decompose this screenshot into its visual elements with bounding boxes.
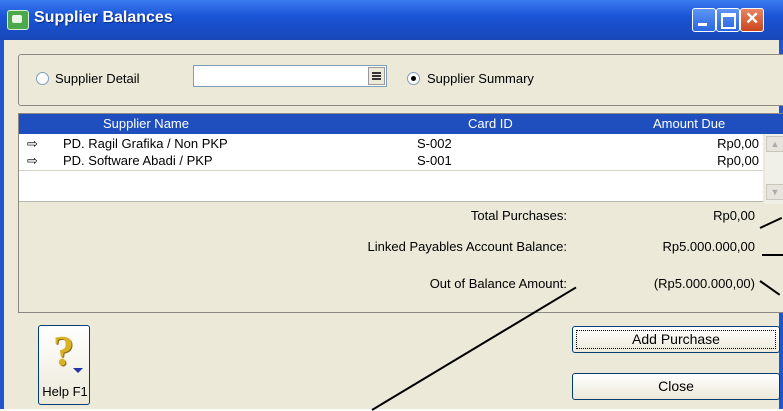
add-purchase-button[interactable]: Add Purchase	[572, 326, 780, 353]
out-of-balance-value: (Rp5.000.000,00)	[653, 276, 755, 291]
out-of-balance-label: Out of Balance Amount:	[429, 276, 567, 291]
scroll-up-icon[interactable]: ▲	[766, 136, 783, 152]
grid-scrollbar[interactable]: ▲ ▼	[765, 134, 783, 204]
close-button[interactable]: Close	[572, 373, 780, 400]
total-purchases-label: Total Purchases:	[470, 208, 567, 223]
annotation-line	[759, 216, 783, 229]
total-purchases-value: Rp0,00	[713, 208, 755, 223]
amount-due-cell: Rp0,00	[717, 153, 759, 168]
title-bar[interactable]: Supplier Balances	[0, 0, 783, 40]
help-question-icon: ?	[53, 329, 74, 375]
table-row[interactable]: ⇨ PD. Software Abadi / PKP S-001 Rp0,00	[19, 153, 763, 170]
column-header-supplier-name[interactable]: Supplier Name	[103, 116, 189, 131]
column-header-amount-due[interactable]: Amount Due	[653, 116, 725, 131]
amount-due-cell: Rp0,00	[717, 136, 759, 151]
card-id-cell: S-001	[417, 153, 452, 168]
annotation-line	[762, 254, 783, 256]
minimize-button[interactable]	[692, 8, 716, 32]
close-window-button[interactable]	[740, 8, 764, 32]
supplier-summary-radio[interactable]	[407, 72, 420, 85]
supplier-balances-window: Supplier Balances Supplier Detail Suppli…	[0, 0, 783, 411]
supplier-detail-radio[interactable]	[36, 72, 49, 85]
supplier-grid-panel: Supplier Name Card ID Amount Due ⇨ PD. R…	[18, 113, 783, 313]
window-client-area: Supplier Detail Supplier Summary Supplie…	[4, 40, 783, 411]
grid-header: Supplier Name Card ID Amount Due	[19, 114, 783, 134]
app-window-icon	[7, 10, 29, 30]
row-arrow-icon[interactable]: ⇨	[27, 136, 38, 152]
help-label: Help F1	[42, 384, 88, 399]
help-menu-arrow-icon	[73, 368, 83, 373]
card-id-cell: S-002	[417, 136, 452, 151]
scroll-down-icon[interactable]: ▼	[766, 184, 783, 200]
supplier-name-cell: PD. Ragil Grafika / Non PKP	[63, 136, 228, 151]
annotation-line	[759, 280, 781, 296]
supplier-summary-label[interactable]: Supplier Summary	[427, 71, 534, 86]
help-button[interactable]: ? Help F1	[38, 325, 90, 405]
column-header-card-id[interactable]: Card ID	[468, 116, 513, 131]
grid-divider	[19, 201, 763, 202]
table-row[interactable]: ⇨ PD. Ragil Grafika / Non PKP S-002 Rp0,…	[19, 136, 763, 153]
supplier-detail-label[interactable]: Supplier Detail	[55, 71, 140, 86]
supplier-list: ⇨ PD. Ragil Grafika / Non PKP S-002 Rp0,…	[19, 134, 763, 202]
list-dropdown-icon[interactable]	[368, 67, 385, 85]
filter-panel: Supplier Detail Supplier Summary	[18, 54, 783, 106]
supplier-name-cell: PD. Software Abadi / PKP	[63, 153, 213, 168]
row-arrow-icon[interactable]: ⇨	[27, 153, 38, 169]
linked-payables-label: Linked Payables Account Balance:	[367, 239, 567, 254]
linked-payables-value: Rp5.000.000,00	[662, 239, 755, 254]
window-title: Supplier Balances	[34, 9, 173, 26]
maximize-button[interactable]	[716, 8, 740, 32]
supplier-combo[interactable]	[193, 65, 387, 87]
row-divider	[19, 170, 763, 171]
